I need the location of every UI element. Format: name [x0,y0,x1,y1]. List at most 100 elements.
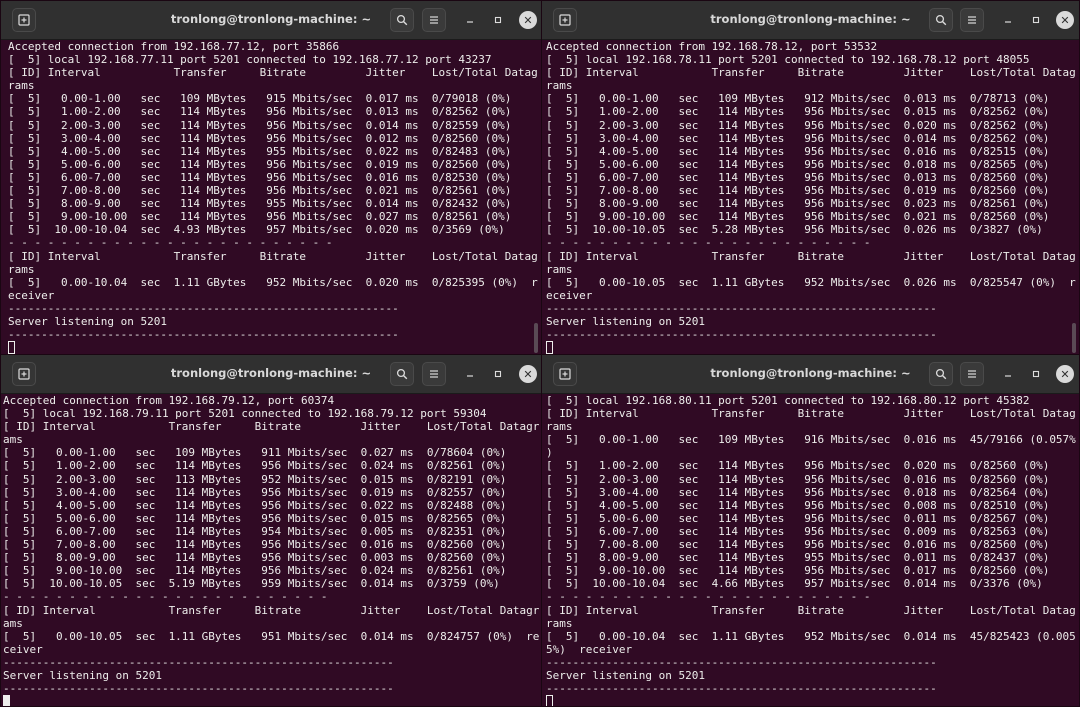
terminal-line: ----------------------------------------… [546,655,937,669]
terminal-line: [ 5] 0.00-10.05 sec 1.11 GBytes 951 Mbit… [3,629,540,643]
close-icon[interactable]: ✕ [519,365,537,383]
terminal-line: [ 5] 6.00-7.00 sec 114 MBytes 956 Mbits/… [546,524,1050,538]
terminal-line: Accepted connection from 192.168.79.12, … [3,394,335,407]
terminal-line: [ 5] 9.00-10.00 sec 114 MBytes 956 Mbits… [546,210,1050,224]
terminal-line: [ 5] local 192.168.78.11 port 5201 conne… [546,53,1030,67]
terminal-output[interactable]: Accepted connection from 192.168.78.12, … [542,40,1079,354]
terminal-line: - - - - - - - - - - - - - - - - - - - - … [546,236,871,250]
terminal-window[interactable]: tronlong@tronlong-machine: ~ ✕ Accepted … [0,0,542,355]
terminal-line: [ 5] local 192.168.79.11 port 5201 conne… [3,407,487,421]
minimize-icon[interactable] [998,362,1018,386]
terminal-line: [ 5] 0.00-1.00 sec 109 MBytes 916 Mbits/… [546,433,1076,447]
scrollbar[interactable] [1072,323,1076,353]
terminal-window[interactable]: tronlong@tronlong-machine: ~ ✕ Accepted … [0,354,542,707]
terminal-line [8,341,541,354]
maximize-icon[interactable] [1026,8,1046,32]
terminal-line: Accepted connection from 192.168.77.12, … [8,40,340,53]
terminal-line: rams [546,420,573,434]
terminal-line: - - - - - - - - - - - - - - - - - - - - … [3,590,328,604]
terminal-line: [ ID] Interval Transfer Bitrate Jitter L… [546,603,1076,617]
terminal-line: eceiver [8,288,55,302]
terminal-line: [ 5] 1.00-2.00 sec 114 MBytes 956 Mbits/… [8,105,512,119]
terminal-line: Server listening on 5201 [8,314,167,328]
terminal-line: Server listening on 5201 [546,668,705,682]
hamburger-menu-icon[interactable] [422,8,446,32]
terminal-cursor [546,341,553,354]
maximize-icon[interactable] [1026,362,1046,386]
terminal-line: [ 5] 5.00-6.00 sec 114 MBytes 956 Mbits/… [8,157,512,171]
terminal-line: [ 5] 10.00-10.04 sec 4.93 MBytes 957 Mbi… [8,223,505,237]
maximize-icon[interactable] [488,8,508,32]
terminal-line: [ 5] 1.00-2.00 sec 114 MBytes 956 Mbits/… [546,105,1050,119]
window-titlebar[interactable]: tronlong@tronlong-machine: ~ ✕ [542,355,1079,394]
window-titlebar[interactable]: tronlong@tronlong-machine: ~ ✕ [1,355,541,394]
terminal-output[interactable]: Accepted connection from 192.168.79.12, … [1,394,541,706]
terminal-cursor [546,695,553,706]
terminal-window[interactable]: tronlong@tronlong-machine: ~ ✕ [ 5] loca… [541,354,1080,707]
terminal-line: ----------------------------------------… [3,655,394,669]
terminal-line: [ 5] 6.00-7.00 sec 114 MBytes 956 Mbits/… [8,170,512,184]
terminal-window[interactable]: tronlong@tronlong-machine: ~ ✕ Accepted … [541,0,1080,355]
terminal-line: ----------------------------------------… [3,682,394,696]
terminal-line: [ 5] 0.00-1.00 sec 109 MBytes 912 Mbits/… [546,92,1050,106]
terminal-line: [ 5] 2.00-3.00 sec 114 MBytes 956 Mbits/… [546,472,1050,486]
close-icon[interactable]: ✕ [1056,365,1074,383]
terminal-line: Accepted connection from 192.168.78.12, … [546,40,878,53]
terminal-line: [ 5] 3.00-4.00 sec 114 MBytes 956 Mbits/… [8,131,512,145]
window-titlebar[interactable]: tronlong@tronlong-machine: ~ ✕ [1,1,541,40]
terminal-line: [ 5] 0.00-1.00 sec 109 MBytes 915 Mbits/… [8,92,512,106]
terminal-line: rams [546,616,573,630]
terminal-line: [ 5] 2.00-3.00 sec 113 MBytes 952 Mbits/… [3,472,507,486]
terminal-line: [ ID] Interval Transfer Bitrate Jitter L… [3,603,540,617]
terminal-line: eceiver [546,288,593,302]
window-titlebar[interactable]: tronlong@tronlong-machine: ~ ✕ [542,1,1079,40]
terminal-line: [ ID] Interval Transfer Bitrate Jitter L… [546,407,1076,421]
close-icon[interactable]: ✕ [1056,11,1074,29]
terminal-line [546,695,1079,706]
minimize-icon[interactable] [460,362,480,386]
terminal-line: [ 5] 9.00-10.00 sec 114 MBytes 956 Mbits… [3,564,507,578]
maximize-icon[interactable] [488,362,508,386]
minimize-icon[interactable] [460,8,480,32]
minimize-icon[interactable] [998,8,1018,32]
terminal-line: [ ID] Interval Transfer Bitrate Jitter L… [546,66,1076,80]
terminal-line: [ 5] 2.00-3.00 sec 114 MBytes 956 Mbits/… [546,118,1050,132]
search-icon[interactable] [390,8,414,32]
terminal-line: [ 5] 6.00-7.00 sec 114 MBytes 956 Mbits/… [546,170,1050,184]
terminal-line: ----------------------------------------… [546,682,937,696]
terminal-line: rams [8,79,35,93]
terminal-cursor [8,341,15,354]
terminal-line: [ 5] 0.00-1.00 sec 109 MBytes 911 Mbits/… [3,446,507,460]
terminal-output[interactable]: Accepted connection from 192.168.77.12, … [1,40,541,354]
terminal-line: ----------------------------------------… [546,328,937,342]
terminal-line: [ 5] 8.00-9.00 sec 114 MBytes 956 Mbits/… [3,551,507,565]
scrollbar[interactable] [534,323,538,353]
close-icon[interactable]: ✕ [519,11,537,29]
terminal-line: ----------------------------------------… [546,301,937,315]
terminal-line: [ 5] 10.00-10.05 sec 5.19 MBytes 959 Mbi… [3,577,500,591]
terminal-line: [ ID] Interval Transfer Bitrate Jitter L… [8,249,538,263]
terminal-line: [ 5] 8.00-9.00 sec 114 MBytes 955 Mbits/… [8,197,512,211]
terminal-line: [ 5] 4.00-5.00 sec 114 MBytes 955 Mbits/… [8,144,512,158]
terminal-line: [ 5] 7.00-8.00 sec 114 MBytes 956 Mbits/… [3,538,507,552]
terminal-line: [ 5] 3.00-4.00 sec 114 MBytes 956 Mbits/… [546,131,1050,145]
terminal-line: [ 5] 8.00-9.00 sec 114 MBytes 955 Mbits/… [546,551,1050,565]
search-icon[interactable] [929,8,953,32]
terminal-line: ----------------------------------------… [8,301,399,315]
terminal-line: [ 5] 9.00-10.00 sec 114 MBytes 956 Mbits… [546,564,1050,578]
terminal-line: [ 5] 3.00-4.00 sec 114 MBytes 956 Mbits/… [546,485,1050,499]
terminal-line: [ 5] 7.00-8.00 sec 114 MBytes 956 Mbits/… [546,538,1050,552]
terminal-line: ) [546,446,553,460]
terminal-line: Server listening on 5201 [3,668,162,682]
terminal-line: [ 5] 0.00-10.05 sec 1.11 GBytes 952 Mbit… [546,275,1076,289]
search-icon[interactable] [390,362,414,386]
hamburger-menu-icon[interactable] [960,362,984,386]
hamburger-menu-icon[interactable] [422,362,446,386]
hamburger-menu-icon[interactable] [960,8,984,32]
terminal-line: [ 5] 1.00-2.00 sec 114 MBytes 956 Mbits/… [546,459,1050,473]
terminal-output[interactable]: [ 5] local 192.168.80.11 port 5201 conne… [542,394,1079,706]
terminal-line: [ 5] 10.00-10.05 sec 5.28 MBytes 956 Mbi… [546,223,1043,237]
terminal-line: [ 5] 7.00-8.00 sec 114 MBytes 956 Mbits/… [8,184,512,198]
search-icon[interactable] [929,362,953,386]
terminal-line: [ ID] Interval Transfer Bitrate Jitter L… [546,249,1076,263]
